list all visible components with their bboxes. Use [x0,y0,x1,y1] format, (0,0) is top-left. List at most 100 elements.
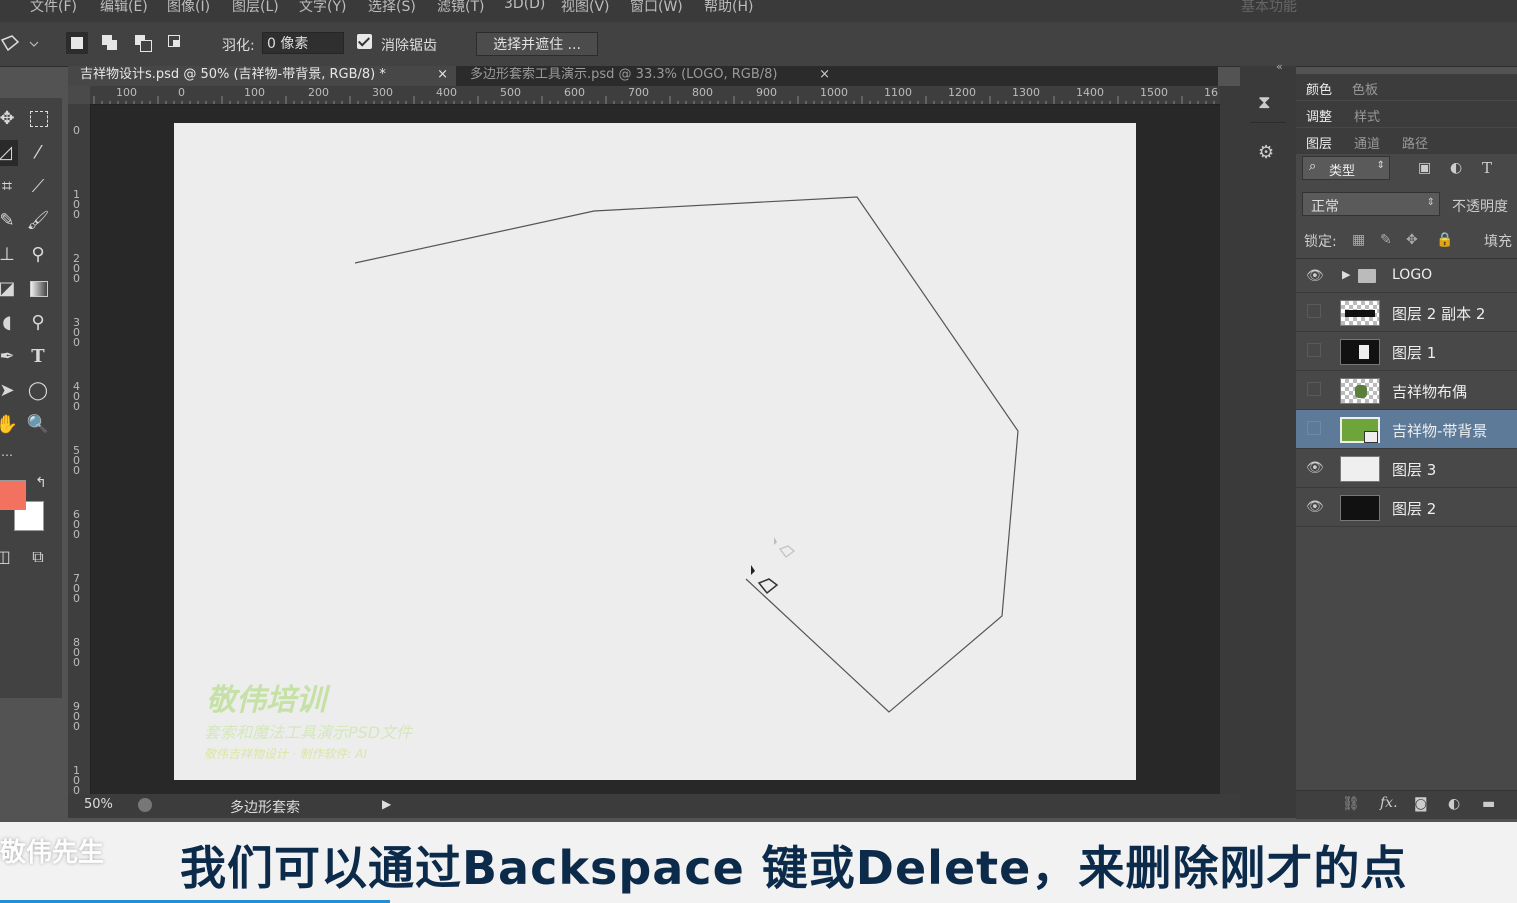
blur-tool-icon[interactable]: ◖ [0,310,20,336]
close-icon[interactable]: × [819,66,830,84]
brush-tool-icon[interactable]: 🖌 [25,208,51,234]
tab-swatches[interactable]: 色板 [1352,79,1378,98]
lock-paint-icon[interactable]: ✎ [1380,232,1392,248]
quick-mask-icon[interactable]: ◫ [0,544,16,570]
menu-filter[interactable]: 滤镜(T) [437,0,484,16]
properties-panel-icon[interactable]: ⚙ [1258,142,1274,163]
menu-edit[interactable]: 编辑(E) [100,0,148,16]
layer-row-layer3[interactable]: 👁 图层 3 [1296,449,1517,488]
lock-transparent-icon[interactable]: ▦ [1352,232,1365,248]
menu-3d[interactable]: 3D(D) [504,0,545,12]
menu-window[interactable]: 窗口(W) [630,0,683,16]
layer-row-layer2[interactable]: 👁 图层 2 [1296,488,1517,527]
tab-paths[interactable]: 路径 [1402,133,1428,152]
eye-icon[interactable]: 👁 [1306,268,1324,284]
tab-mascot-design[interactable]: 吉祥物设计s.psd @ 50% (吉祥物-带背景, RGB/8) * × [68,66,456,86]
expand-arrow-icon[interactable]: ▶ [1342,268,1350,281]
close-icon[interactable]: × [437,66,448,84]
screen-mode-icon[interactable]: ⧉ [25,544,51,570]
tab-adjustments[interactable]: 调整 [1306,106,1332,125]
add-mask-icon[interactable]: ◙ [1414,796,1428,812]
layer-row-logo[interactable]: 👁 ▶ LOGO [1296,260,1517,293]
layer-style-icon[interactable]: fx. [1380,795,1398,811]
link-layers-icon[interactable]: ⛓ [1342,796,1360,812]
collapse-panels-icon[interactable]: « [1276,60,1283,73]
dodge-tool-icon[interactable]: ⚲ [25,310,51,336]
polygonal-lasso-tool-icon[interactable]: ◿ [0,140,18,166]
swap-colors-icon[interactable]: ↰ [28,470,54,496]
zoom-level[interactable]: 50% [84,797,113,812]
layer-row-layer1[interactable]: 图层 1 [1296,332,1517,371]
status-info-icon[interactable] [138,798,152,812]
menu-help[interactable]: 帮助(H) [704,0,753,16]
layer-filter-select[interactable]: ⌕ 类型 ⇕ [1302,156,1390,180]
marquee-tool-icon[interactable] [25,106,51,132]
document-canvas[interactable]: 敬伟培训 套索和魔法工具演示PSD文件 敬伟吉祥物设计 · 制作软件: AI [174,123,1136,780]
pen-tool-icon[interactable]: ✒ [0,344,20,370]
select-and-mask-button[interactable]: 选择并遮住 ... [476,32,598,56]
filter-adjustment-icon[interactable]: ◐ [1450,160,1462,176]
layer-row-mascot-with-bg[interactable]: 吉祥物-带背景 [1296,410,1517,449]
menu-layer[interactable]: 图层(L) [232,0,279,16]
vertical-ruler[interactable]: 0 100 200 300 400 500 600 700 800 900 10… [68,104,91,796]
ellipse-tool-icon[interactable]: ◯ [25,378,51,404]
crop-tool-icon[interactable]: ⌗ [0,174,20,200]
horizontal-ruler[interactable]: 100 0 100 200 300 400 500 600 700 800 90… [90,86,1220,105]
move-tool-icon[interactable]: ✥ [0,106,20,132]
tab-layers[interactable]: 图层 [1306,133,1332,152]
ruler-tick: 100 [73,188,80,221]
ruler-origin[interactable] [68,86,90,104]
layer-row-layer2-copy2[interactable]: 图层 2 副本 2 [1296,293,1517,332]
eye-icon[interactable]: 👁 [1306,499,1324,515]
visibility-toggle[interactable] [1307,421,1321,435]
workspace-switcher[interactable]: 基本功能 [1241,0,1297,16]
eyedropper-icon[interactable]: ⟋ [25,174,51,200]
magic-wand-icon[interactable]: ⁄ [25,140,51,166]
lock-all-icon[interactable]: 🔒 [1436,232,1453,248]
filter-type-icon[interactable]: T [1482,159,1492,177]
type-tool-icon[interactable]: T [25,344,51,370]
visibility-toggle[interactable] [1307,343,1321,357]
menu-view[interactable]: 视图(V) [561,0,610,16]
add-to-selection-icon[interactable] [99,32,121,54]
history-brush-icon[interactable]: ⚲ [25,242,51,268]
gradient-tool-icon[interactable] [25,276,51,302]
status-bar: 50% 多边形套索 ▶ [68,794,1240,818]
new-group-icon[interactable]: ▬ [1482,796,1495,812]
status-menu-arrow-icon[interactable]: ▶ [382,797,391,811]
clone-stamp-icon[interactable]: ⊥ [0,242,20,268]
menu-type[interactable]: 文字(Y) [299,0,346,16]
foreground-color-swatch[interactable] [0,480,26,510]
visibility-toggle[interactable] [1307,382,1321,396]
antialias-checkbox[interactable] [357,34,372,49]
tab-color[interactable]: 颜色 [1306,79,1332,98]
vertical-scrollbar[interactable] [1220,86,1240,794]
history-panel-icon[interactable]: ⧗ [1258,92,1271,113]
eye-icon[interactable]: 👁 [1306,460,1324,476]
tab-channels[interactable]: 通道 [1354,133,1380,152]
tab-polygon-lasso-demo[interactable]: 多边形套索工具演示.psd @ 33.3% (LOGO, RGB/8) × [458,66,838,86]
lock-position-icon[interactable]: ✥ [1406,232,1418,248]
blend-mode-select[interactable]: 正常 ⇕ [1302,192,1440,216]
new-selection-icon[interactable] [66,32,88,54]
menu-select[interactable]: 选择(S) [368,0,416,16]
zoom-tool-icon[interactable]: 🔍 [25,412,51,438]
tab-styles[interactable]: 样式 [1354,106,1380,125]
path-selection-icon[interactable]: ➤ [0,378,20,404]
feather-input[interactable]: 0 像素 [262,32,344,54]
more-tools-icon[interactable]: ⋯ [0,442,20,468]
visibility-toggle[interactable] [1307,304,1321,318]
subtract-selection-icon[interactable] [132,32,154,54]
healing-brush-icon[interactable]: ✎ [0,208,20,234]
menu-file[interactable]: 文件(F) [30,0,77,16]
layer-row-mascot-doll[interactable]: 吉祥物布偶 [1296,371,1517,410]
intersect-selection-icon[interactable] [165,32,187,54]
adjustment-layer-icon[interactable]: ◐ [1448,796,1460,812]
hand-tool-icon[interactable]: ✋ [0,412,20,438]
blend-mode-label: 正常 [1311,199,1339,215]
lasso-preset-icon[interactable] [0,32,40,56]
layer-thumbnail [1340,456,1380,482]
eraser-tool-icon[interactable]: ◪ [0,276,20,302]
filter-pixel-icon[interactable]: ▣ [1418,160,1431,176]
menu-image[interactable]: 图像(I) [167,0,210,16]
